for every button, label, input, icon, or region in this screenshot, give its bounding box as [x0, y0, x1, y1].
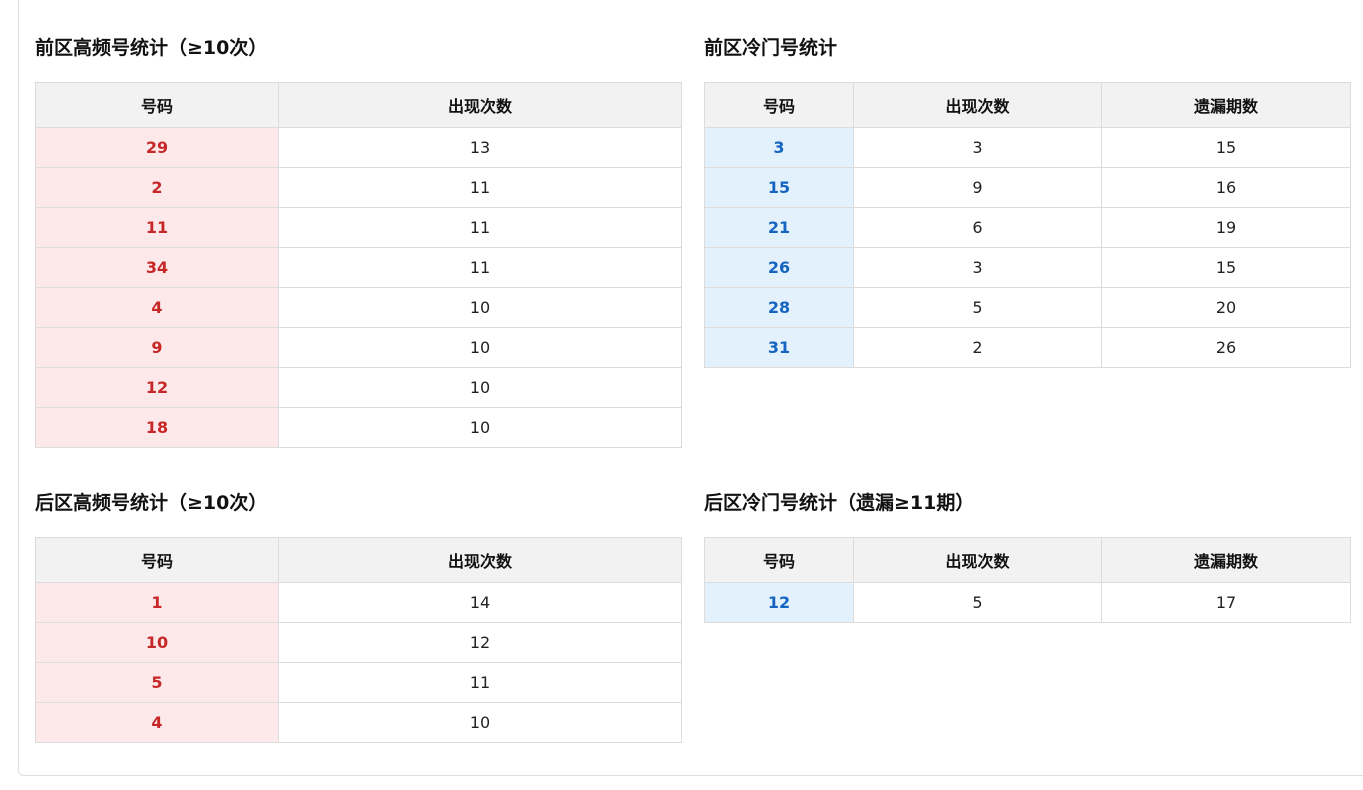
number-cell: 26 — [704, 247, 854, 288]
back-cold-section: 后区冷门号统计（遗漏≥11期） 号码 出现次数 遗漏期数 12 5 17 — [704, 489, 1351, 623]
back-hot-table: 号码 出现次数 1 14 10 12 5 11 4 10 — [35, 537, 682, 743]
table-row: 28 5 20 — [704, 287, 1351, 328]
column-header-count: 出现次数 — [278, 82, 682, 128]
table-row: 11 11 — [35, 207, 682, 248]
count-cell: 14 — [278, 582, 682, 623]
table-row: 26 3 15 — [704, 247, 1351, 288]
column-header-number: 号码 — [35, 537, 279, 583]
front-cold-table: 号码 出现次数 遗漏期数 3 3 15 15 9 16 21 6 19 26 3 15 28 5 2… — [704, 82, 1351, 368]
count-cell: 10 — [278, 287, 682, 328]
table-row: 4 10 — [35, 287, 682, 328]
missed-cell: 16 — [1101, 167, 1351, 208]
table-row: 12 10 — [35, 367, 682, 408]
table-row: 4 10 — [35, 702, 682, 743]
count-cell: 10 — [278, 407, 682, 448]
number-cell: 5 — [35, 662, 279, 703]
table-row: 3 3 15 — [704, 127, 1351, 168]
column-header-missed: 遗漏期数 — [1101, 537, 1351, 583]
number-cell: 12 — [35, 367, 279, 408]
count-cell: 6 — [853, 207, 1102, 248]
front-hot-section: 前区高频号统计（≥10次） 号码 出现次数 29 13 2 11 11 11 34 11… — [35, 34, 682, 448]
table-row: 21 6 19 — [704, 207, 1351, 248]
number-cell: 9 — [35, 327, 279, 368]
count-cell: 9 — [853, 167, 1102, 208]
number-cell: 31 — [704, 327, 854, 368]
column-header-count: 出现次数 — [278, 537, 682, 583]
number-cell: 4 — [35, 702, 279, 743]
table-row: 1 14 — [35, 582, 682, 623]
count-cell: 5 — [853, 582, 1102, 623]
number-cell: 29 — [35, 127, 279, 168]
number-cell: 28 — [704, 287, 854, 328]
count-cell: 10 — [278, 327, 682, 368]
front-cold-section: 前区冷门号统计 号码 出现次数 遗漏期数 3 3 15 15 9 16 21 6 19 26… — [704, 34, 1351, 368]
table-row: 18 10 — [35, 407, 682, 448]
count-cell: 10 — [278, 702, 682, 743]
missed-cell: 17 — [1101, 582, 1351, 623]
count-cell: 11 — [278, 207, 682, 248]
missed-cell: 15 — [1101, 247, 1351, 288]
missed-cell: 15 — [1101, 127, 1351, 168]
count-cell: 12 — [278, 622, 682, 663]
table-row: 31 2 26 — [704, 327, 1351, 368]
column-header-number: 号码 — [704, 537, 854, 583]
table-row: 9 10 — [35, 327, 682, 368]
count-cell: 13 — [278, 127, 682, 168]
number-cell: 18 — [35, 407, 279, 448]
missed-cell: 19 — [1101, 207, 1351, 248]
back-hot-section: 后区高频号统计（≥10次） 号码 出现次数 1 14 10 12 5 11 4 10 — [35, 489, 682, 743]
count-cell: 11 — [278, 247, 682, 288]
count-cell: 10 — [278, 367, 682, 408]
back-hot-title: 后区高频号统计（≥10次） — [35, 492, 268, 514]
number-cell: 11 — [35, 207, 279, 248]
number-cell: 4 — [35, 287, 279, 328]
number-cell: 34 — [35, 247, 279, 288]
column-header-number: 号码 — [704, 82, 854, 128]
column-header-missed: 遗漏期数 — [1101, 82, 1351, 128]
missed-cell: 20 — [1101, 287, 1351, 328]
column-header-count: 出现次数 — [853, 537, 1102, 583]
count-cell: 3 — [853, 127, 1102, 168]
table-row: 34 11 — [35, 247, 682, 288]
table-row: 15 9 16 — [704, 167, 1351, 208]
count-cell: 2 — [853, 327, 1102, 368]
column-header-number: 号码 — [35, 82, 279, 128]
back-cold-table: 号码 出现次数 遗漏期数 12 5 17 — [704, 537, 1351, 623]
count-cell: 3 — [853, 247, 1102, 288]
number-cell: 3 — [704, 127, 854, 168]
table-row: 12 5 17 — [704, 582, 1351, 623]
number-cell: 21 — [704, 207, 854, 248]
number-cell: 15 — [704, 167, 854, 208]
column-header-count: 出现次数 — [853, 82, 1102, 128]
table-row: 2 11 — [35, 167, 682, 208]
count-cell: 11 — [278, 662, 682, 703]
number-cell: 1 — [35, 582, 279, 623]
number-cell: 12 — [704, 582, 854, 623]
front-hot-title: 前区高频号统计（≥10次） — [35, 37, 268, 59]
number-cell: 2 — [35, 167, 279, 208]
table-row: 10 12 — [35, 622, 682, 663]
missed-cell: 26 — [1101, 327, 1351, 368]
table-row: 29 13 — [35, 127, 682, 168]
back-cold-title: 后区冷门号统计（遗漏≥11期） — [704, 492, 975, 514]
count-cell: 5 — [853, 287, 1102, 328]
number-cell: 10 — [35, 622, 279, 663]
count-cell: 11 — [278, 167, 682, 208]
front-hot-table: 号码 出现次数 29 13 2 11 11 11 34 11 4 10 9 10 12 10 … — [35, 82, 682, 448]
table-row: 5 11 — [35, 662, 682, 703]
front-cold-title: 前区冷门号统计 — [704, 37, 838, 59]
